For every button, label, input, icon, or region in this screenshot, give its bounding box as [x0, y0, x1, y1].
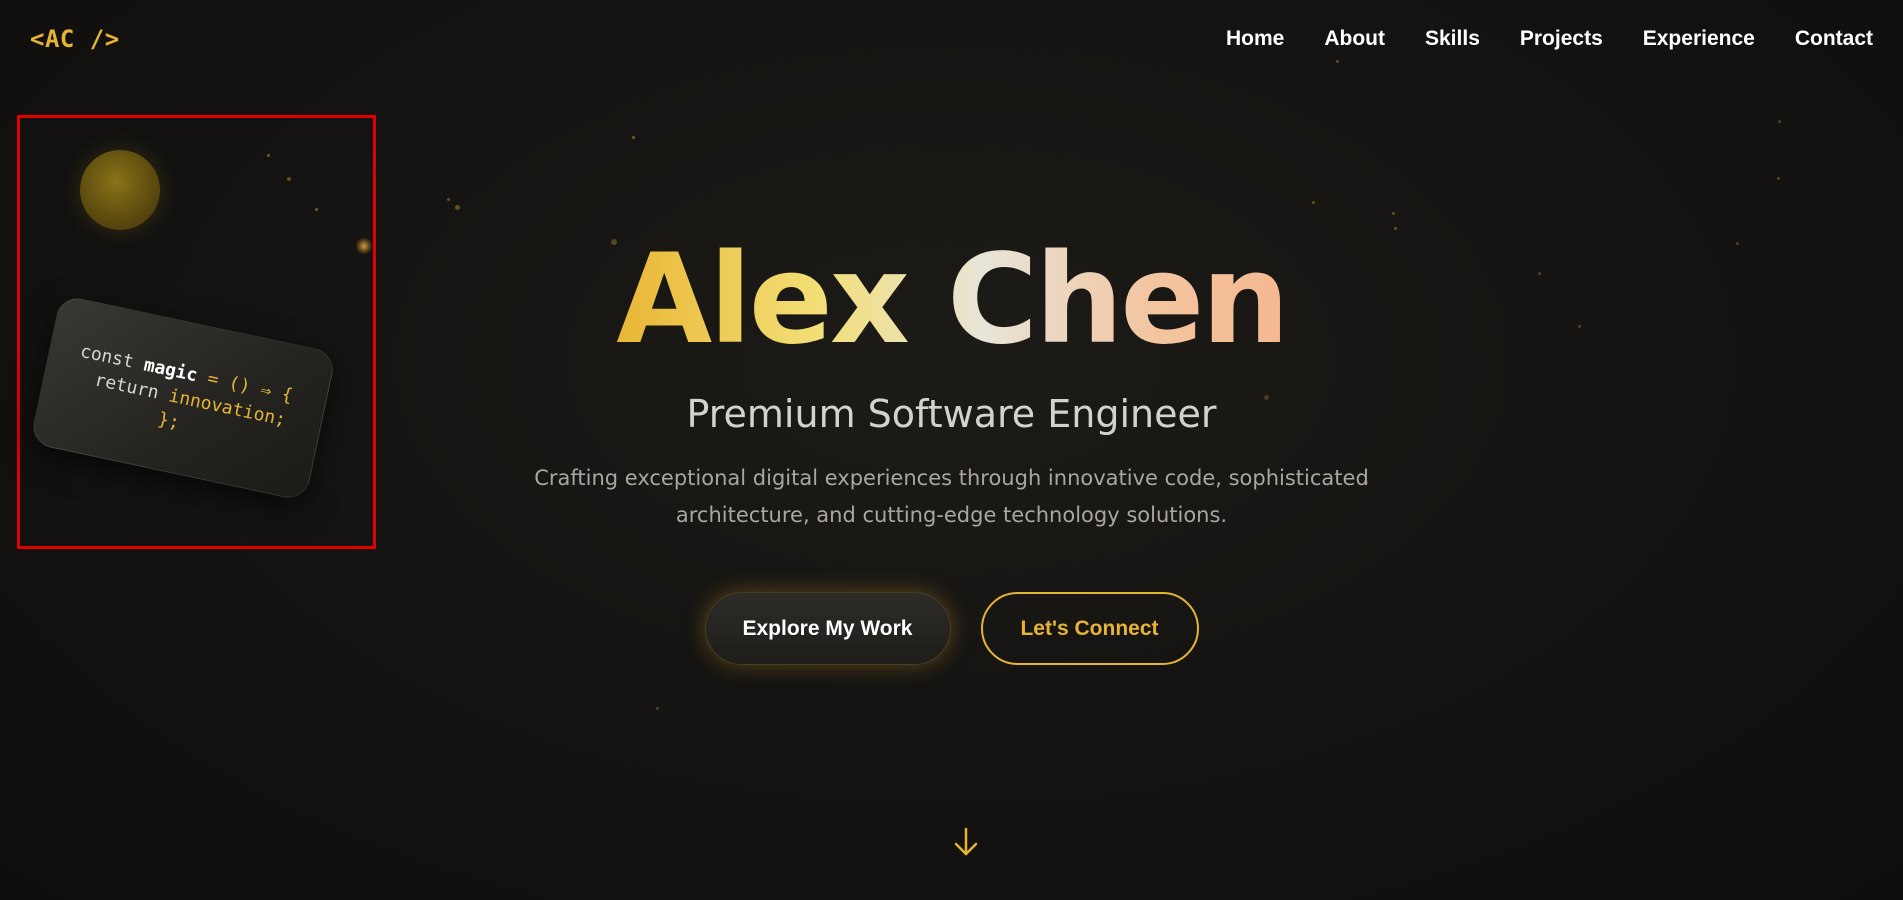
- nav-contact[interactable]: Contact: [1795, 27, 1873, 51]
- main-nav: Home About Skills Projects Experience Co…: [1226, 27, 1873, 51]
- floating-orb: [80, 150, 160, 230]
- hero-buttons: Explore My Work Let's Connect: [0, 592, 1903, 665]
- nav-home[interactable]: Home: [1226, 27, 1284, 51]
- arrow-down-icon[interactable]: [952, 826, 980, 858]
- nav-experience[interactable]: Experience: [1643, 27, 1755, 51]
- particle: [1312, 201, 1315, 204]
- site-header: <AC /> Home About Skills Projects Experi…: [0, 0, 1903, 78]
- logo[interactable]: <AC />: [30, 25, 120, 53]
- lets-connect-button[interactable]: Let's Connect: [980, 592, 1199, 665]
- particle: [656, 707, 659, 710]
- particle: [1777, 177, 1780, 180]
- hero-name: Alex Chen: [616, 228, 1289, 372]
- nav-projects[interactable]: Projects: [1520, 27, 1603, 51]
- hero-description: Crafting exceptional digital experiences…: [534, 466, 1369, 527]
- particle: [1778, 120, 1781, 123]
- explore-work-button[interactable]: Explore My Work: [704, 592, 951, 665]
- particle: [1336, 60, 1339, 63]
- hero-subtitle: Premium Software Engineer: [686, 392, 1217, 436]
- particle: [632, 136, 635, 139]
- particle: [1392, 212, 1395, 215]
- nav-about[interactable]: About: [1324, 27, 1385, 51]
- hero-section: Alex Chen Premium Software Engineer Craf…: [0, 230, 1903, 665]
- particle: [455, 205, 460, 210]
- particle: [447, 198, 450, 201]
- nav-skills[interactable]: Skills: [1425, 27, 1480, 51]
